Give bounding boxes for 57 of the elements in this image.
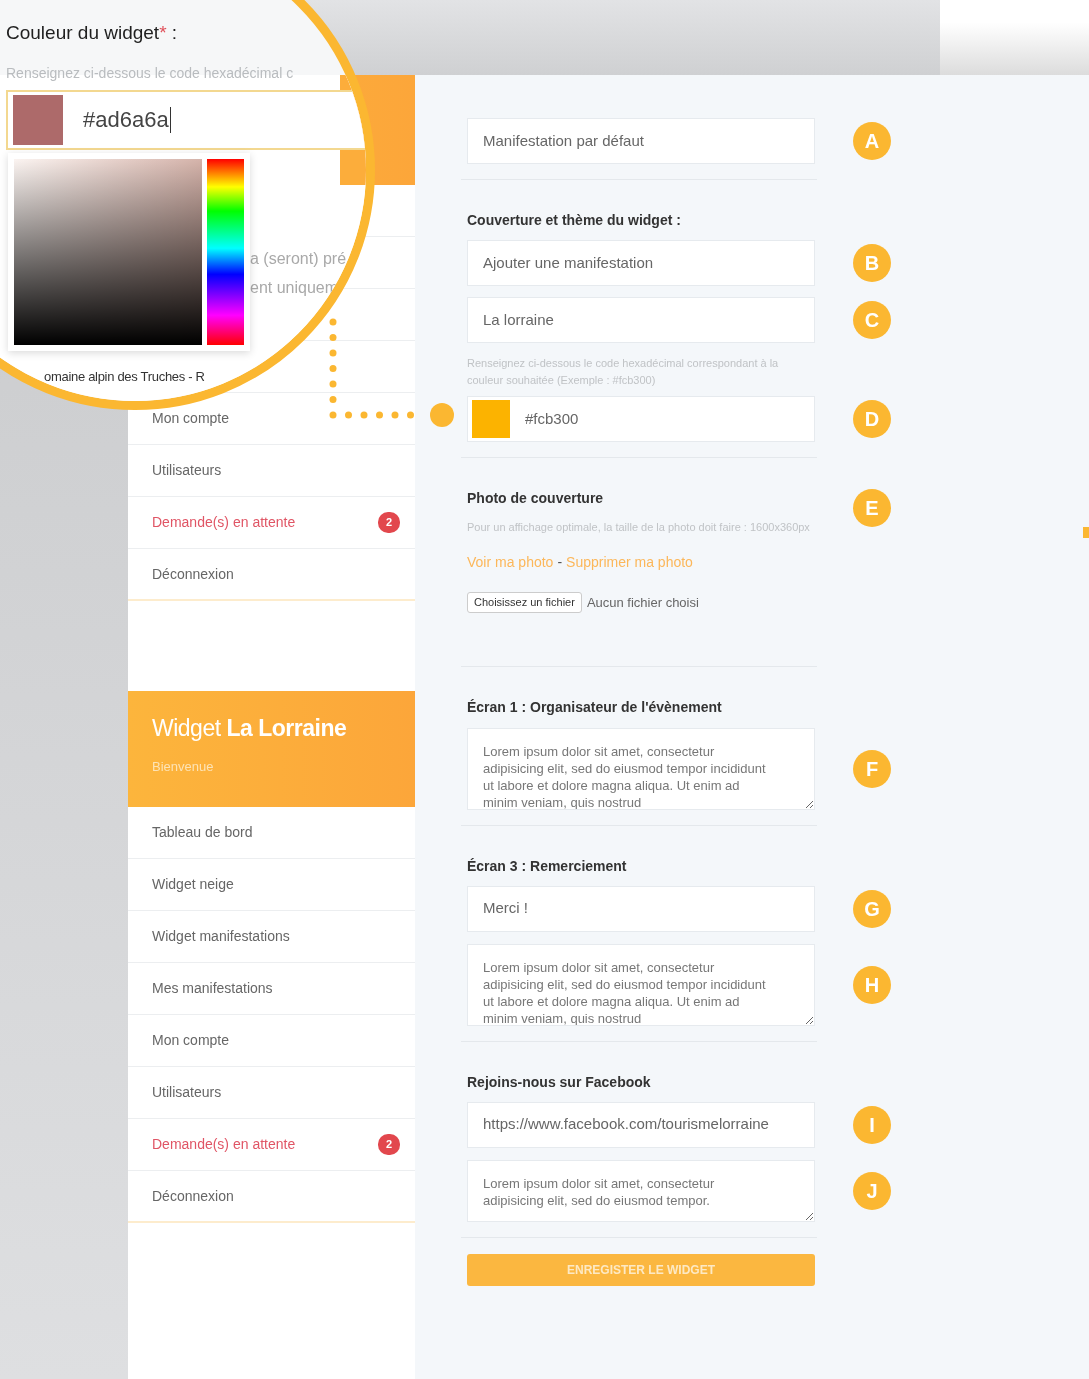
nav-link[interactable]: Utilisateurs (152, 1082, 222, 1103)
nav-link[interactable]: Tableau de bord (152, 822, 253, 843)
nav-link[interactable]: Déconnexion (152, 1185, 234, 1207)
callout-marker: J (853, 1171, 891, 1210)
text-field[interactable]: https://www.facebook.com/tourismelorraine (467, 1101, 815, 1148)
section-heading: Écran 3 : Remerciement (467, 856, 628, 875)
nav-link[interactable]: Demande(s) en attente (152, 1134, 296, 1155)
choose-file-button[interactable]: Choisissez un fichier (467, 592, 582, 613)
callout-marker: H (853, 965, 891, 1004)
text-field[interactable]: La lorraine (467, 297, 815, 343)
background-text: ent uniquem (250, 278, 339, 298)
nav-link[interactable]: Mon compte (152, 408, 230, 429)
callout-marker: D (853, 400, 891, 438)
callout-marker: F (853, 749, 891, 788)
nav-link[interactable]: Widget manifestations (152, 926, 290, 947)
file-status: Aucun fichier choisi (586, 593, 699, 612)
welcome-text: Bienvenue (152, 758, 215, 776)
section-heading: Couverture et thème du widget : (467, 211, 682, 229)
color-value: #ad6a6a (83, 107, 171, 133)
count-badge: 2 (377, 1134, 400, 1155)
callout-marker: B (853, 244, 891, 282)
section-heading: Rejoins-nous sur Facebook (467, 1072, 652, 1091)
color-picker[interactable] (8, 153, 250, 351)
hue-slider[interactable] (207, 159, 244, 345)
text-field[interactable]: Merci ! (467, 885, 815, 932)
section-heading: Photo de couverture (467, 489, 605, 507)
page-marker (1083, 527, 1089, 538)
separator-text: - (557, 553, 563, 572)
color-swatch (472, 400, 510, 438)
callout-marker: G (853, 889, 891, 928)
callout-marker: C (853, 301, 891, 339)
nav-link[interactable]: Demande(s) en attente (152, 512, 296, 533)
saturation-area[interactable] (14, 159, 202, 345)
color-swatch (13, 95, 63, 145)
widget-title: Widget La Lorraine (152, 714, 348, 743)
color-field[interactable]: #fcb300 (467, 396, 815, 442)
callout-marker: A (853, 122, 891, 160)
text-field[interactable]: Ajouter une manifestation (467, 240, 815, 286)
nav-link[interactable]: Widget neige (152, 874, 234, 895)
text-area[interactable]: Lorem ipsum dolor sit amet, consectetur adipisicing elit, sed do eiusmod tempor incididunt ut labore et dolore magna aliqua. Ut enim ad minim veniam, quis nostrud (467, 943, 815, 1026)
section-heading: Écran 1 : Organisateur de l'évènement (467, 697, 723, 716)
nav-link[interactable]: Utilisateurs (152, 460, 222, 481)
nav-link[interactable]: Mes manifestations (152, 978, 273, 999)
text-area[interactable]: Lorem ipsum dolor sit amet, consectetur adipisicing elit, sed do eiusmod tempor. (467, 1159, 815, 1222)
nav-link[interactable]: Mon compte (152, 1030, 230, 1051)
color-field[interactable]: #ad6a6a (6, 90, 366, 150)
nav-link[interactable]: Déconnexion (152, 563, 234, 585)
help-text: Renseignez ci-dessous le code hexadécimal c (6, 64, 294, 83)
color-value: #fcb300 (525, 408, 579, 429)
background-text: a (seront) pré (250, 249, 347, 269)
count-badge: 2 (377, 512, 400, 533)
callout-marker: I (853, 1105, 891, 1144)
field-label: Couleur du widget* : (6, 21, 178, 45)
background-text: omaine alpin des Truches - R (44, 368, 205, 386)
text-area[interactable]: Lorem ipsum dolor sit amet, consectetur adipisicing elit, sed do eiusmod tempor incididunt ut labore et dolore magna aliqua. Ut enim ad minim veniam, quis nostrud (467, 727, 815, 810)
text-field[interactable]: Manifestation par défaut (467, 118, 815, 164)
callout-marker: E (853, 489, 891, 527)
